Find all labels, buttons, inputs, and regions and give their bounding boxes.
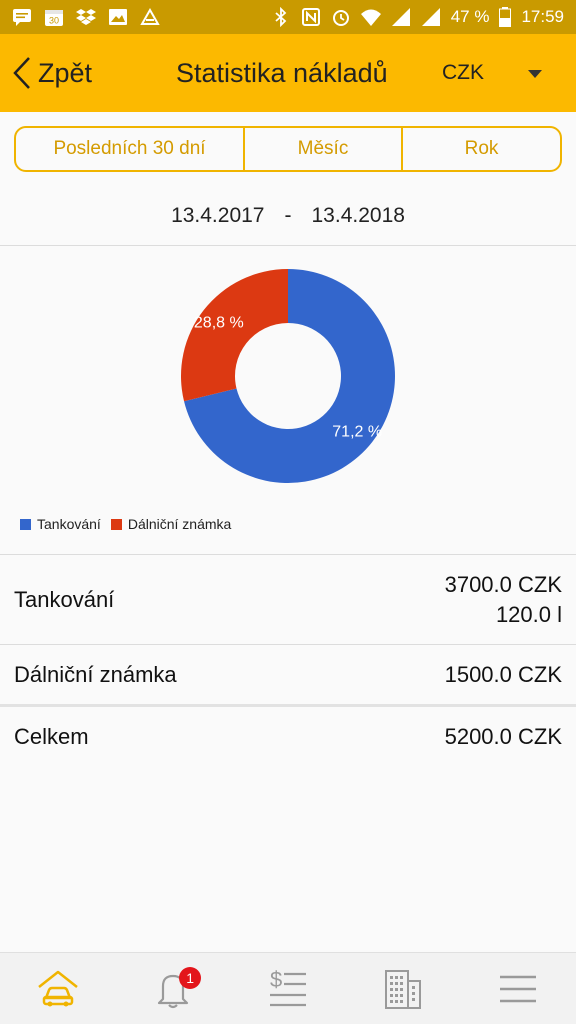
legend-label: Dálniční známka bbox=[127, 516, 232, 532]
alarm-icon bbox=[332, 10, 349, 26]
back-label: Zpět bbox=[38, 57, 93, 88]
battery-icon bbox=[499, 7, 512, 27]
nav-buildings[interactable] bbox=[346, 953, 461, 1024]
cost-donut-chart: 71,2 % 28,8 % bbox=[0, 246, 576, 506]
status-bar: 30 47 % 17:59 bbox=[0, 0, 576, 34]
signal-icon bbox=[421, 8, 440, 26]
app-icon bbox=[140, 7, 160, 25]
total-label: Celkem bbox=[14, 724, 89, 749]
divider bbox=[0, 554, 576, 555]
app-bar: Zpět Statistika nákladů CZK bbox=[0, 34, 576, 112]
notification-badge: 1 bbox=[179, 967, 202, 989]
legend-label: Tankování bbox=[37, 516, 101, 532]
date-separator: - bbox=[284, 204, 292, 227]
bluetooth-icon bbox=[275, 7, 287, 27]
period-segmented-control: Posledních 30 dní Měsíc Rok bbox=[14, 126, 562, 172]
total-amount: 5200.0 CZK bbox=[444, 724, 562, 749]
row-volume: 120.0 l bbox=[495, 602, 562, 627]
tab-month[interactable]: Měsíc bbox=[245, 128, 403, 170]
building-icon bbox=[385, 969, 422, 1009]
expenses-list-icon: $ bbox=[270, 967, 306, 1006]
donut-slice-1[interactable] bbox=[181, 269, 288, 402]
nav-menu[interactable] bbox=[461, 953, 576, 1024]
svg-text:30: 30 bbox=[49, 16, 59, 26]
bottom-navigation: 1 $ bbox=[0, 952, 576, 1024]
chart-legend: Tankování Dálniční známka bbox=[20, 516, 231, 532]
page-title: Statistika nákladů bbox=[176, 58, 388, 88]
summary-row-fuel: Tankování 3700.0 CZK 120.0 l bbox=[0, 556, 576, 644]
row-amount: 1500.0 CZK bbox=[444, 662, 562, 687]
summary-row-total: Celkem 5200.0 CZK bbox=[0, 708, 576, 766]
currency-select[interactable]: CZK bbox=[442, 34, 484, 112]
date-from: 13.4.2017 bbox=[171, 204, 265, 227]
legend-item-fuel: Tankování bbox=[20, 516, 101, 532]
back-button[interactable]: Zpět bbox=[12, 34, 92, 112]
row-label: Tankování bbox=[14, 587, 115, 612]
donut-chart-svg: 71,2 % 28,8 % bbox=[181, 269, 395, 483]
dropdown-caret-icon[interactable] bbox=[528, 70, 542, 78]
calendar-icon: 30 bbox=[45, 10, 63, 26]
nav-expenses[interactable]: $ bbox=[230, 953, 345, 1024]
clock: 17:59 bbox=[521, 7, 564, 26]
message-icon bbox=[13, 9, 31, 26]
donut-slice-label-1: 28,8 % bbox=[194, 315, 244, 332]
car-home-icon bbox=[37, 970, 78, 1006]
dropbox-icon bbox=[76, 9, 96, 25]
tab-year[interactable]: Rok bbox=[403, 128, 560, 170]
nav-home[interactable] bbox=[0, 953, 115, 1024]
date-range: 13.4.2017 - 13.4.2018 bbox=[0, 196, 576, 236]
wifi-icon bbox=[360, 9, 381, 26]
row-label: Dálniční známka bbox=[14, 662, 177, 687]
row-amount: 3700.0 CZK bbox=[444, 572, 562, 597]
donut-slice-label-0: 71,2 % bbox=[332, 423, 382, 440]
date-to: 13.4.2018 bbox=[311, 204, 405, 227]
hamburger-menu-icon bbox=[500, 975, 537, 1002]
image-icon bbox=[109, 9, 127, 25]
legend-swatch bbox=[20, 518, 31, 530]
legend-swatch bbox=[110, 518, 122, 530]
divider bbox=[0, 704, 576, 707]
signal-icon bbox=[391, 8, 410, 26]
battery-level: 47 % bbox=[450, 7, 490, 26]
row-values: 3700.0 CZK 120.0 l bbox=[445, 570, 562, 630]
summary-row-vignette: Dálniční známka 1500.0 CZK bbox=[0, 645, 576, 705]
chevron-left-icon bbox=[13, 57, 30, 89]
svg-text:$: $ bbox=[270, 967, 282, 992]
nfc-icon bbox=[301, 8, 320, 26]
nav-notifications[interactable]: 1 bbox=[115, 953, 230, 1024]
legend-item-vignette: Dálniční známka bbox=[110, 516, 232, 532]
tab-last-30-days[interactable]: Posledních 30 dní bbox=[16, 128, 245, 170]
